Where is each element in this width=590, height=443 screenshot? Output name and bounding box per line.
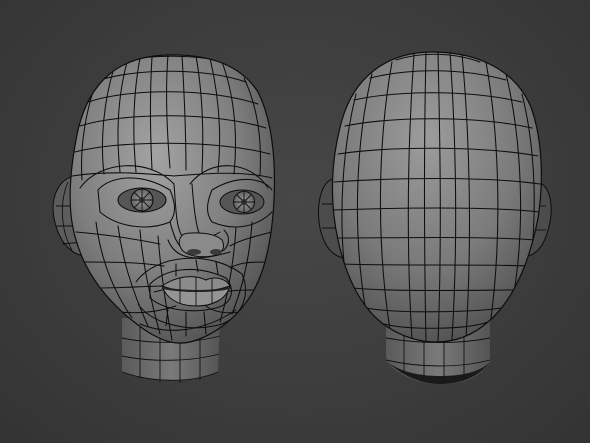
front-nose: [178, 232, 225, 258]
head-front-view: [52, 54, 276, 383]
front-left-eye: [117, 187, 167, 213]
front-right-eye: [219, 189, 265, 215]
render-canvas: [52, 51, 552, 384]
render-viewport: [0, 0, 590, 443]
head-back-view: [318, 51, 552, 384]
